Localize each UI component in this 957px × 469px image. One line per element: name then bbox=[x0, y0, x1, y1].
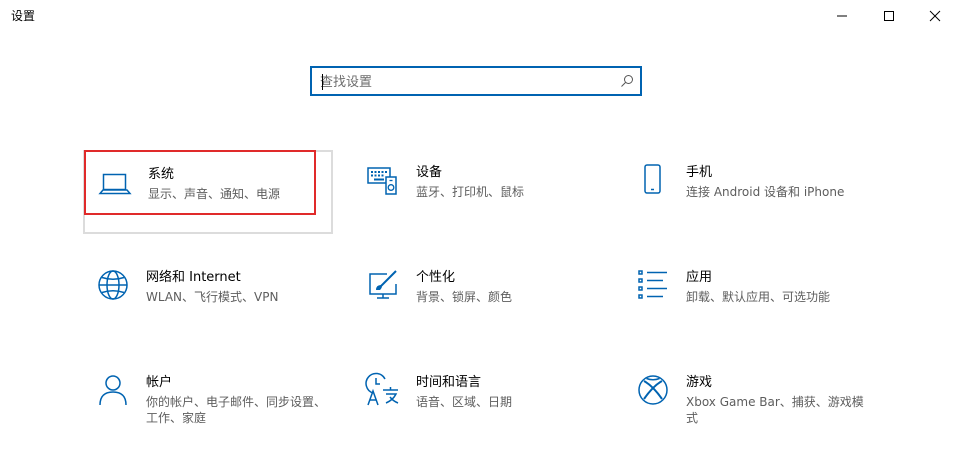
tile-time-language[interactable]: 时间和语言 语音、区域、日期 bbox=[353, 360, 603, 444]
tile-title: 应用 bbox=[686, 270, 713, 285]
tile-title: 帐户 bbox=[146, 375, 173, 390]
tile-apps[interactable]: 应用 卸载、默认应用、可选功能 bbox=[623, 255, 873, 339]
tile-system[interactable]: 系统 显示、声音、通知、电源 bbox=[83, 150, 333, 234]
tile-devices[interactable]: 设备 蓝牙、打印机、鼠标 bbox=[353, 150, 603, 234]
window-title: 设置 bbox=[11, 9, 36, 23]
tile-description: WLAN、飞行模式、VPN bbox=[146, 290, 279, 304]
devices-icon bbox=[367, 167, 397, 195]
laptop-icon bbox=[98, 173, 132, 195]
tile-description: Xbox Game Bar、捕获、游戏模式 bbox=[686, 395, 864, 425]
tile-title: 设备 bbox=[416, 165, 443, 180]
tile-title: 系统 bbox=[148, 167, 175, 182]
search-input[interactable] bbox=[320, 72, 610, 92]
tile-description: 你的帐户、电子邮件、同步设置、工作、家庭 bbox=[146, 395, 327, 425]
tile-title: 时间和语言 bbox=[416, 375, 482, 390]
tile-description: 背景、锁屏、颜色 bbox=[416, 290, 513, 304]
tile-description: 蓝牙、打印机、鼠标 bbox=[416, 185, 525, 199]
tile-description: 连接 Android 设备和 iPhone bbox=[686, 185, 845, 199]
tile-title: 个性化 bbox=[416, 270, 456, 285]
close-button[interactable] bbox=[912, 0, 957, 32]
maximize-button[interactable] bbox=[866, 0, 912, 32]
close-icon bbox=[929, 10, 941, 22]
minimize-icon bbox=[837, 15, 847, 17]
tile-network[interactable]: 网络和 Internet WLAN、飞行模式、VPN bbox=[83, 255, 333, 339]
title-bar: 设置 bbox=[0, 0, 957, 32]
tile-gaming[interactable]: 游戏 Xbox Game Bar、捕获、游戏模式 bbox=[623, 360, 873, 444]
tile-title: 游戏 bbox=[686, 375, 713, 390]
text-caret bbox=[322, 74, 323, 90]
search-icon[interactable] bbox=[620, 74, 634, 88]
tile-title: 网络和 Internet bbox=[146, 270, 241, 285]
time-language-icon bbox=[365, 372, 399, 406]
maximize-icon bbox=[884, 11, 894, 21]
apps-list-icon bbox=[638, 270, 667, 299]
tile-description: 卸载、默认应用、可选功能 bbox=[686, 290, 831, 304]
globe-icon bbox=[98, 270, 128, 300]
person-icon bbox=[99, 375, 127, 406]
minimize-button[interactable] bbox=[819, 0, 865, 32]
personalization-icon bbox=[369, 270, 397, 299]
phone-icon bbox=[644, 164, 661, 194]
tile-description: 语音、区域、日期 bbox=[416, 395, 513, 409]
tile-accounts[interactable]: 帐户 你的帐户、电子邮件、同步设置、工作、家庭 bbox=[83, 360, 333, 444]
tile-description: 显示、声音、通知、电源 bbox=[148, 187, 281, 201]
tile-phone[interactable]: 手机 连接 Android 设备和 iPhone bbox=[623, 150, 873, 234]
xbox-icon bbox=[638, 375, 668, 405]
tile-title: 手机 bbox=[686, 165, 713, 180]
tile-personalization[interactable]: 个性化 背景、锁屏、颜色 bbox=[353, 255, 603, 339]
search-box[interactable] bbox=[310, 66, 642, 96]
